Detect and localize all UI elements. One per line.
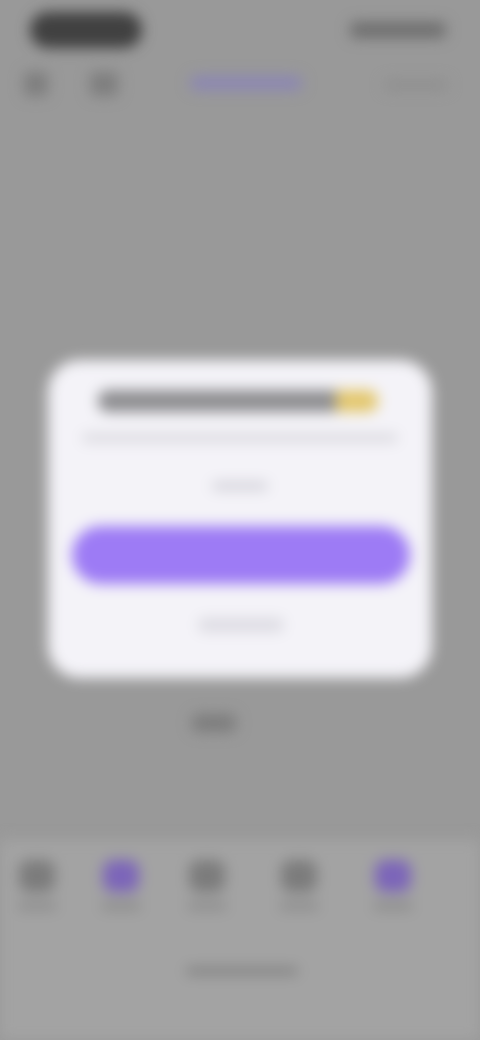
dialog-message	[82, 434, 398, 442]
status-indicators	[350, 22, 446, 38]
tab-item[interactable]	[184, 860, 230, 920]
tab-bar	[0, 840, 480, 1040]
tab-label	[101, 902, 141, 910]
menu-icon[interactable]	[90, 72, 118, 96]
page-title	[190, 76, 302, 90]
tab-icon	[375, 860, 411, 892]
dialog-dismiss-button[interactable]	[198, 618, 284, 632]
home-indicator	[186, 968, 298, 974]
blurred-background	[0, 0, 480, 1040]
tab-label	[279, 902, 319, 910]
background-element	[192, 714, 236, 732]
status-bar-time	[30, 12, 142, 48]
tab-icon	[189, 860, 225, 892]
tab-icon	[103, 860, 139, 892]
tab-label	[373, 902, 413, 910]
dialog-secondary-text	[212, 482, 268, 490]
dialog-primary-button[interactable]	[72, 526, 410, 584]
tab-icon	[281, 860, 317, 892]
tab-icon	[19, 860, 55, 892]
tab-label	[17, 902, 57, 910]
modal-dialog	[48, 360, 432, 678]
back-icon[interactable]	[24, 72, 48, 96]
tab-label	[187, 902, 227, 910]
tab-item[interactable]	[276, 860, 322, 920]
tab-item[interactable]	[98, 860, 144, 920]
app-screen	[0, 0, 480, 1040]
header-right-action[interactable]	[384, 80, 448, 90]
tab-item[interactable]	[370, 860, 416, 920]
tab-item[interactable]	[14, 860, 60, 920]
dialog-title	[98, 390, 378, 412]
